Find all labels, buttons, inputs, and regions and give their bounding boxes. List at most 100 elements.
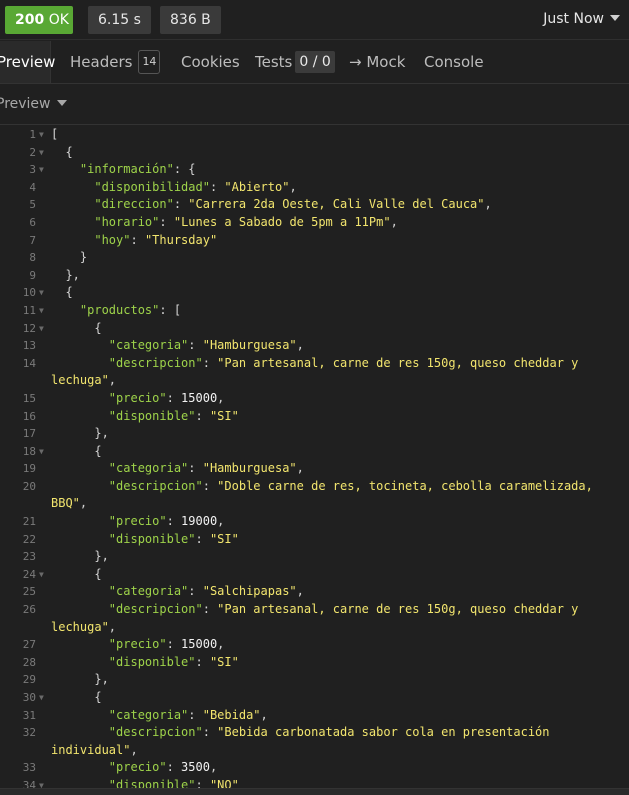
code-line: 19 "categoria": "Hamburguesa", <box>0 460 629 478</box>
json-string: individual" <box>51 742 131 757</box>
code-line: 13 "categoria": "Hamburguesa", <box>0 337 629 355</box>
code-line: 7 "hoy": "Thursday" <box>0 232 629 250</box>
code-line: 14 "descripcion": "Pan artesanal, carne … <box>0 355 629 373</box>
fold-arrow-icon[interactable]: ▼ <box>39 777 47 788</box>
json-number: 19000 <box>181 514 218 529</box>
json-punctuation: : <box>195 531 210 546</box>
json-response-viewer[interactable]: 1 ▼[2 ▼ {3 ▼ "información": {4 "disponibili… <box>0 126 629 788</box>
json-punctuation: , <box>79 496 88 511</box>
code-line: 18 ▼ { <box>0 443 629 461</box>
tab-tests-label: Tests <box>255 53 293 71</box>
json-punctuation <box>51 338 109 352</box>
json-punctuation: : <box>130 232 145 247</box>
json-punctuation <box>51 479 109 493</box>
json-key: "direccion" <box>94 197 174 212</box>
json-string: lechuga" <box>51 373 109 388</box>
code-line: 3 ▼ "información": { <box>0 161 629 179</box>
fold-arrow-icon[interactable]: ▼ <box>39 566 47 584</box>
code-line: 34 ▼ "disponible": "NO" <box>0 777 629 788</box>
json-punctuation <box>51 514 109 528</box>
code-text: "precio": 19000, <box>51 513 225 531</box>
json-punctuation <box>51 708 109 722</box>
code-text: "disponible": "SI" <box>51 531 239 549</box>
json-string: "Doble carne de res, tocineta, cebolla c… <box>217 478 593 493</box>
fold-arrow-icon[interactable]: ▼ <box>39 126 47 144</box>
code-line: 26 "descripcion": "Pan artesanal, carne … <box>0 601 629 619</box>
code-line: 12 ▼ { <box>0 320 629 338</box>
json-punctuation: , <box>217 514 225 529</box>
fold-arrow-icon[interactable]: ▼ <box>39 161 47 179</box>
code-line: 8 } <box>0 249 629 267</box>
fold-arrow-icon[interactable]: ▼ <box>39 302 47 320</box>
fold-arrow-icon[interactable]: ▼ <box>39 144 47 162</box>
line-number: 20 <box>22 479 36 493</box>
json-punctuation: : [ <box>159 302 182 317</box>
preview-mode-label: Preview <box>0 96 51 112</box>
line-number: 13 <box>22 339 36 353</box>
fold-arrow-icon[interactable]: ▼ <box>39 689 47 707</box>
json-punctuation: , <box>260 707 268 722</box>
response-history-dropdown[interactable]: Just Now <box>543 11 620 27</box>
code-text: } <box>51 249 87 267</box>
json-punctuation: , <box>108 619 117 634</box>
code-line: 32 "descripcion": "Bebida carbonatada sa… <box>0 724 629 742</box>
json-key: "disponibilidad" <box>94 179 210 194</box>
json-punctuation: { <box>51 320 102 335</box>
json-key: "categoria" <box>108 338 189 353</box>
fold-arrow-icon[interactable]: ▼ <box>39 443 47 461</box>
json-key: "descripcion" <box>108 478 203 493</box>
response-time-badge: 6.15 s <box>88 6 151 34</box>
json-punctuation: : <box>166 760 182 775</box>
code-text: "disponibilidad": "Abierto", <box>51 179 296 197</box>
json-string: "SI" <box>209 408 239 423</box>
tab-preview-label: Preview <box>0 53 56 71</box>
json-punctuation: : <box>173 197 189 212</box>
tab-preview[interactable]: Preview <box>0 41 55 83</box>
code-text: "horario": "Lunes a Sabado de 5pm a 11Pm… <box>51 214 397 232</box>
json-punctuation: , <box>217 637 225 652</box>
fold-arrow-icon[interactable]: ▼ <box>39 284 47 302</box>
horizontal-scrollbar[interactable] <box>0 788 629 795</box>
code-text: "hoy": "Thursday" <box>51 232 217 250</box>
line-number: 17 <box>22 427 36 441</box>
json-key: "categoria" <box>108 461 189 476</box>
json-key: "disponible" <box>108 531 196 546</box>
status-code: 200 <box>15 12 45 28</box>
line-number: 11 <box>22 303 36 317</box>
json-punctuation: : <box>202 602 218 617</box>
code-line: 6 "horario": "Lunes a Sabado de 5pm a 11… <box>0 214 629 232</box>
line-number: 14 <box>22 356 36 370</box>
json-punctuation: : <box>195 654 210 669</box>
json-punctuation: : <box>188 707 203 722</box>
tab-cookies[interactable]: Cookies <box>181 41 240 83</box>
tab-headers[interactable]: Headers 14 <box>70 41 161 83</box>
json-punctuation <box>51 356 109 370</box>
response-size-badge: 836 B <box>160 6 221 34</box>
tab-console[interactable]: Console <box>424 41 484 83</box>
preview-mode-dropdown[interactable]: Preview <box>0 96 67 112</box>
json-key: "disponible" <box>108 654 196 669</box>
json-punctuation: : <box>166 390 182 405</box>
json-string: "Bebida carbonatada sabor cola en presen… <box>217 725 550 740</box>
code-line: 5 "direccion": "Carrera 2da Oeste, Cali … <box>0 196 629 214</box>
code-text: "disponible": "SI" <box>51 654 239 672</box>
fold-arrow-icon[interactable]: ▼ <box>39 320 47 338</box>
code-text: "precio": 15000, <box>51 390 225 408</box>
response-history-label: Just Now <box>543 11 604 27</box>
code-line: 28 "disponible": "SI" <box>0 654 629 672</box>
json-punctuation: : <box>188 338 203 353</box>
code-line: 24 ▼ { <box>0 566 629 584</box>
json-punctuation: : <box>202 478 218 493</box>
code-text: { <box>51 443 101 461</box>
tab-mock[interactable]: → Mock <box>349 41 405 83</box>
code-text: BBQ", <box>51 495 87 513</box>
tab-tests[interactable]: Tests 0 / 0 <box>255 41 335 83</box>
json-punctuation: , <box>130 742 138 757</box>
line-number: 28 <box>22 655 36 669</box>
json-punctuation: : <box>202 725 218 740</box>
tab-mock-label: → Mock <box>349 53 406 71</box>
line-number: 4 <box>29 180 36 194</box>
code-line: 22 "disponible": "SI" <box>0 531 629 549</box>
line-number: 19 <box>22 462 36 476</box>
json-string: "Salchipapas" <box>202 584 297 599</box>
